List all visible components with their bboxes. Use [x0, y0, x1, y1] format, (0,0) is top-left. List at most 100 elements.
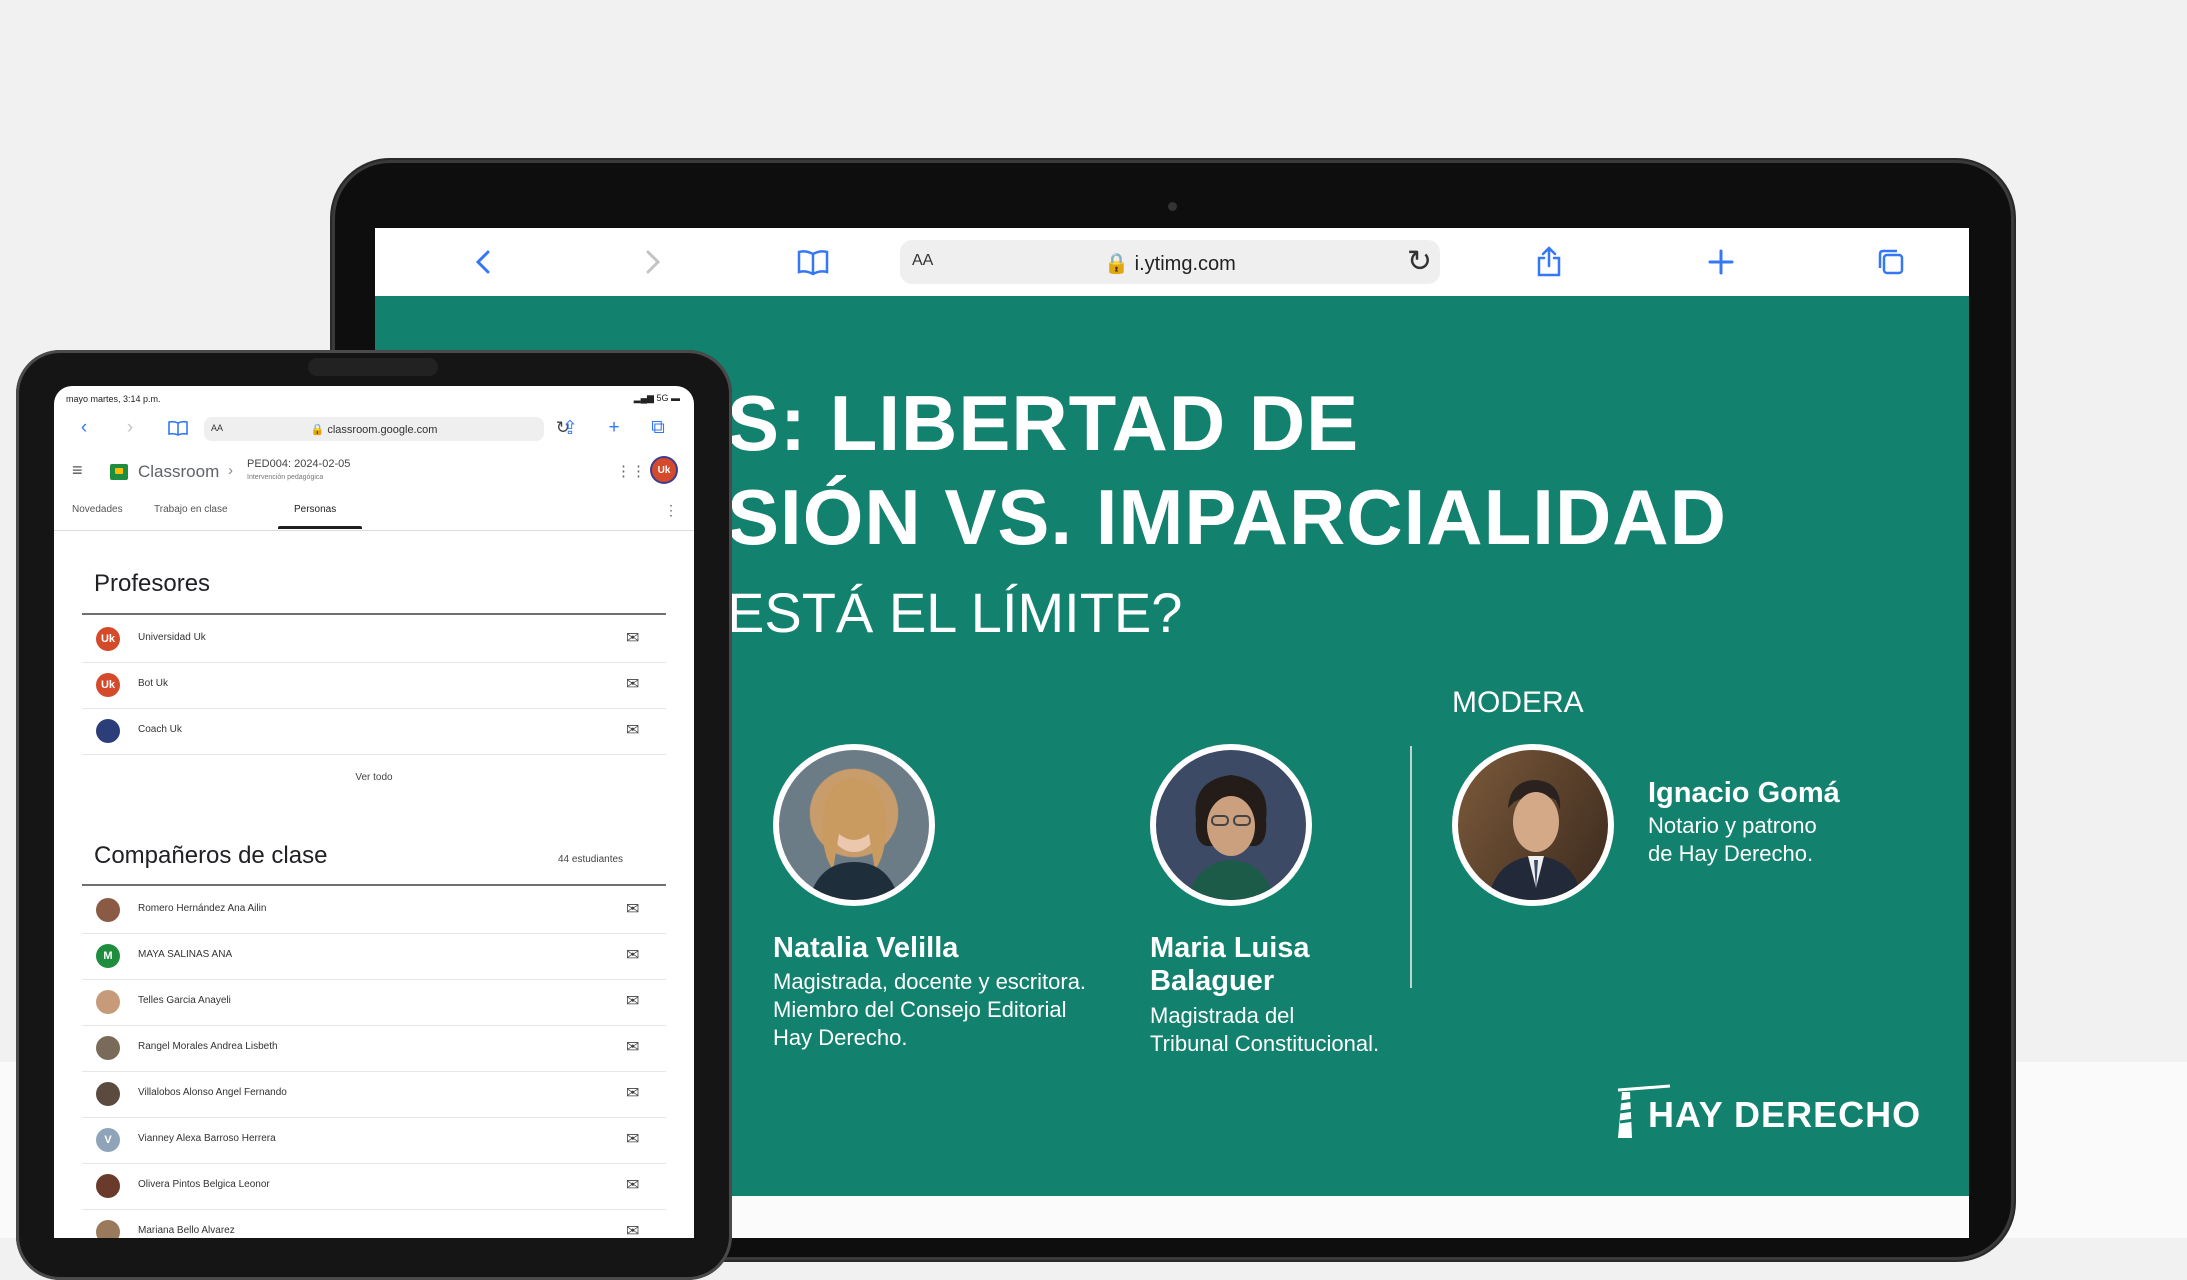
list-item[interactable]: V Vianney Alexa Barroso Herrera ✉	[82, 1117, 666, 1164]
status-time: mayo martes, 3:14 p.m.	[66, 394, 161, 404]
avatar	[96, 1036, 120, 1060]
email-icon[interactable]: ✉	[626, 720, 639, 740]
signal-icon: ▂▄▆	[633, 393, 654, 403]
url-text: i.ytimg.com	[1134, 253, 1236, 275]
speaker-2-name-1: Maria Luisa	[1150, 932, 1310, 964]
tabs-icon[interactable]: ⧉	[646, 416, 670, 440]
email-icon[interactable]: ✉	[626, 1129, 639, 1149]
classmates-heading: Compañeros de clase	[94, 842, 328, 869]
avatar: M	[96, 944, 120, 968]
course-title[interactable]: PED004: 2024-02-05	[247, 458, 350, 470]
speaker-2-photo	[1150, 744, 1312, 906]
avatar: Uk	[96, 627, 120, 651]
laptop-browser-toolbar: AA 🔒 i.ytimg.com ↻	[375, 228, 1969, 297]
apps-grid-icon[interactable]: ⋮⋮	[616, 462, 646, 480]
moderator-label: MODERA	[1452, 686, 1584, 719]
avatar	[96, 990, 120, 1014]
tab-trabajo-en-clase[interactable]: Trabajo en clase	[154, 504, 228, 515]
active-tab-indicator	[278, 526, 362, 529]
person-name: Romero Hernández Ana Ailin	[138, 903, 267, 914]
speaker-1-role-1: Magistrada, docente y escritora.	[773, 969, 1087, 994]
list-item[interactable]: Coach Uk ✉	[82, 708, 666, 755]
slide-title-line-1: S: LIBERTAD DE	[727, 379, 1360, 467]
hamburger-menu-icon[interactable]: ≡	[72, 460, 83, 481]
person-name: MAYA SALINAS ANA	[138, 949, 233, 960]
lock-icon: 🔒	[1104, 253, 1130, 275]
list-item[interactable]: Uk Bot Uk ✉	[82, 662, 666, 709]
person-name: Mariana Bello Alvarez	[138, 1225, 235, 1236]
moderator-name: Ignacio Gomá	[1648, 777, 1840, 809]
speaker-1-name: Natalia Velilla	[773, 932, 959, 964]
chevron-right-icon: ›	[228, 462, 233, 479]
reload-icon[interactable]: ↻	[1407, 244, 1432, 279]
person-name: Vianney Alexa Barroso Herrera	[138, 1133, 276, 1144]
list-item[interactable]: Mariana Bello Alvarez ✉	[82, 1209, 666, 1238]
avatar	[96, 719, 120, 743]
tablet-address-bar[interactable]: AA 🔒 classroom.google.com ↻	[204, 417, 570, 441]
back-icon[interactable]: ‹	[72, 416, 96, 440]
tabs-icon[interactable]	[1871, 242, 1911, 282]
battery-icon: ▬	[671, 393, 680, 403]
avatar	[96, 1174, 120, 1198]
status-indicators: ▂▄▆ 5G ▬	[634, 393, 680, 404]
person-name: Villalobos Alonso Angel Fernando	[138, 1087, 287, 1098]
email-icon[interactable]: ✉	[626, 1221, 639, 1238]
classmates-divider	[82, 884, 666, 886]
person-name: Coach Uk	[138, 724, 182, 735]
person-name: Bot Uk	[138, 678, 169, 689]
email-icon[interactable]: ✉	[626, 1175, 639, 1195]
tablet-screen: mayo martes, 3:14 p.m. ▂▄▆ 5G ▬ ‹ › AA 🔒…	[54, 386, 694, 1238]
list-item[interactable]: Rangel Morales Andrea Lisbeth ✉	[82, 1025, 666, 1072]
list-item[interactable]: Uk Universidad Uk ✉	[82, 616, 666, 663]
person-name: Olivera Pintos Belgica Leonor	[138, 1179, 270, 1190]
person-name: Universidad Uk	[138, 632, 206, 643]
speaker-1-role-3: Hay Derecho.	[773, 1025, 908, 1050]
speaker-2-role-2: Tribunal Constitucional.	[1150, 1031, 1380, 1056]
email-icon[interactable]: ✉	[626, 1037, 639, 1057]
tablet-browser-toolbar: ‹ › AA 🔒 classroom.google.com ↻ ⇪ + ⧉	[54, 410, 694, 448]
list-item[interactable]: Romero Hernández Ana Ailin ✉	[82, 887, 666, 934]
email-icon[interactable]: ✉	[626, 628, 639, 648]
slide-subtitle: ESTÁ EL LÍMITE?	[727, 581, 1183, 644]
list-item[interactable]: Villalobos Alonso Angel Fernando ✉	[82, 1071, 666, 1118]
email-icon[interactable]: ✉	[626, 674, 639, 694]
avatar	[96, 898, 120, 922]
list-item[interactable]: Olivera Pintos Belgica Leonor ✉	[82, 1163, 666, 1210]
person-name: Telles Garcia Anayeli	[138, 995, 231, 1006]
share-icon[interactable]: ⇪	[558, 416, 582, 440]
speaker-1-photo	[773, 744, 935, 906]
email-icon[interactable]: ✉	[626, 899, 639, 919]
email-icon[interactable]: ✉	[626, 991, 639, 1011]
tablet-camera-area	[308, 358, 438, 376]
forward-icon[interactable]	[633, 242, 673, 282]
list-item[interactable]: M MAYA SALINAS ANA ✉	[82, 933, 666, 980]
classroom-tabs: Novedades Trabajo en clase Personas ⋮	[54, 496, 694, 531]
back-icon[interactable]	[463, 242, 503, 282]
bookmarks-icon[interactable]	[166, 416, 190, 440]
email-icon[interactable]: ✉	[626, 945, 639, 965]
new-tab-icon[interactable]: +	[602, 416, 626, 440]
bookmarks-icon[interactable]	[793, 242, 833, 282]
new-tab-icon[interactable]	[1701, 242, 1741, 282]
avatar	[96, 1220, 120, 1238]
speaker-1-role-2: Miembro del Consejo Editorial	[773, 997, 1067, 1022]
teachers-divider	[82, 613, 666, 615]
tab-personas[interactable]: Personas	[294, 504, 336, 515]
email-icon[interactable]: ✉	[626, 1083, 639, 1103]
network-label: 5G	[656, 393, 669, 403]
share-icon[interactable]	[1529, 242, 1569, 282]
address-text-wrap: 🔒 i.ytimg.com	[900, 251, 1440, 276]
moderator-role-1: Notario y patrono	[1648, 813, 1817, 838]
app-name[interactable]: Classroom	[138, 462, 219, 482]
account-avatar[interactable]: Uk	[652, 458, 676, 482]
laptop-camera	[1168, 202, 1177, 211]
laptop-address-bar[interactable]: AA 🔒 i.ytimg.com ↻	[900, 240, 1440, 284]
moderator-role-2: de Hay Derecho.	[1648, 841, 1814, 866]
list-item[interactable]: Telles Garcia Anayeli ✉	[82, 979, 666, 1026]
see-all-link[interactable]: Ver todo	[54, 772, 694, 783]
forward-icon[interactable]: ›	[118, 416, 142, 440]
more-options-icon[interactable]: ⋮	[664, 502, 678, 519]
tab-novedades[interactable]: Novedades	[72, 504, 123, 515]
classmates-count: 44 estudiantes	[558, 854, 624, 865]
slide-title-line-2: SIÓN VS. IMPARCIALIDAD	[727, 473, 1727, 561]
